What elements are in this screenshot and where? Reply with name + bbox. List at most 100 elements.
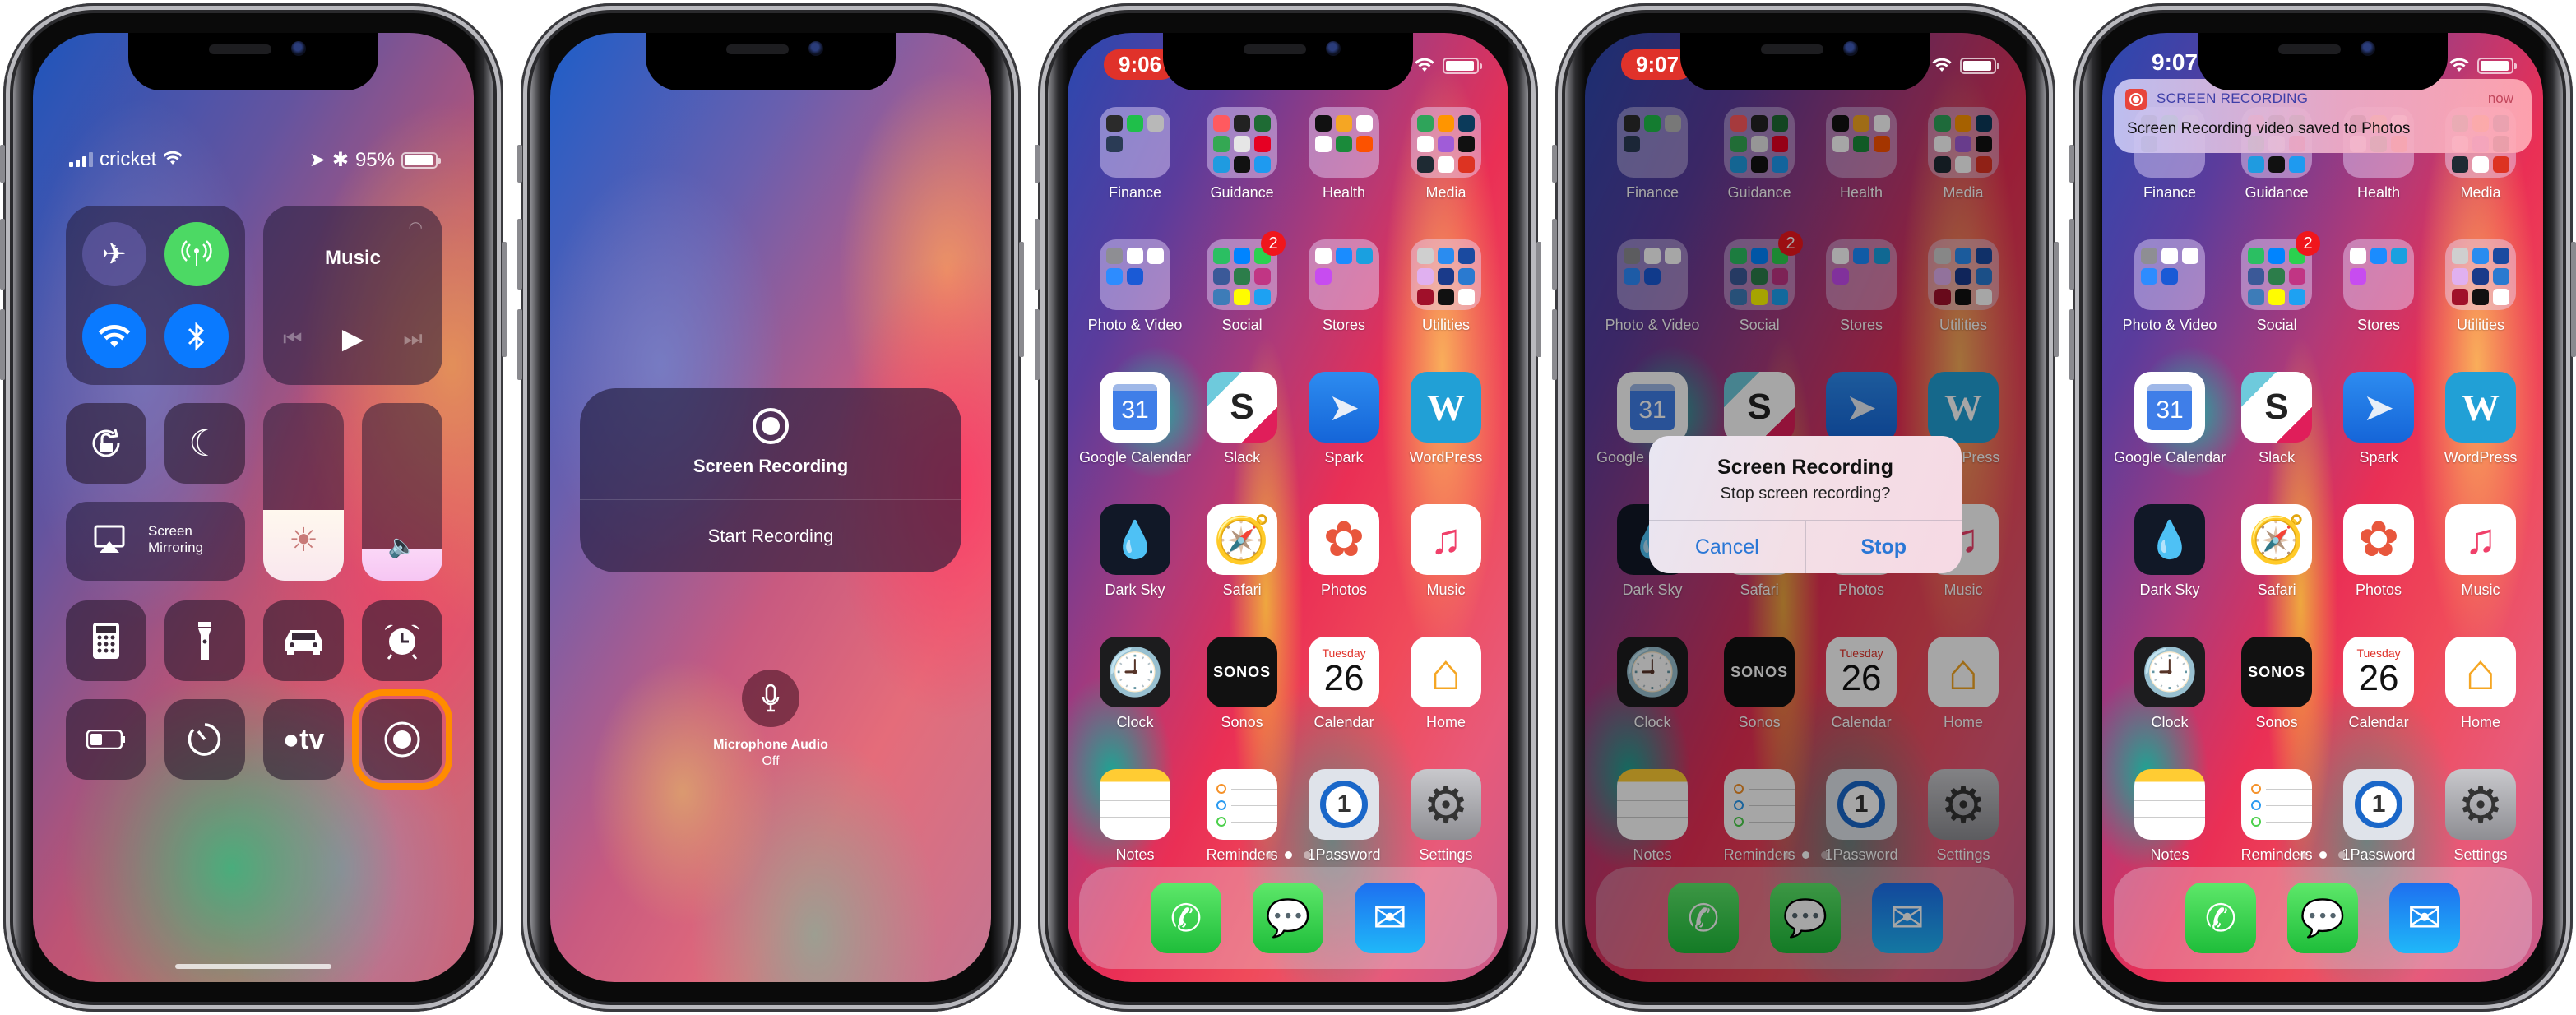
- page-dot[interactable]: [2300, 851, 2308, 859]
- calculator-button[interactable]: [66, 600, 146, 681]
- page-indicator[interactable]: [2102, 851, 2543, 859]
- app-dark-sky[interactable]: 💧 Dark Sky: [1079, 504, 1191, 599]
- app-wordpress[interactable]: W WordPress: [1395, 372, 1497, 466]
- app-safari[interactable]: 🧭 Safari: [2226, 504, 2328, 599]
- app-home[interactable]: ⌂ Home: [2430, 637, 2532, 731]
- folder-utilities[interactable]: Utilities: [2430, 239, 2532, 334]
- flashlight-icon: [198, 622, 211, 660]
- page-indicator[interactable]: [1068, 851, 1508, 859]
- app-settings[interactable]: ⚙ Settings: [1395, 769, 1497, 864]
- page-dot[interactable]: [1284, 851, 1292, 859]
- bluetooth-toggle[interactable]: [164, 304, 229, 368]
- apple-tv-remote-button[interactable]: ●tv: [263, 699, 344, 780]
- home-icon: ⌂: [2445, 637, 2517, 707]
- app-notes[interactable]: Notes: [2114, 769, 2226, 864]
- app-photos[interactable]: ✿ Photos: [2328, 504, 2430, 599]
- app-sonos[interactable]: SONOS Sonos: [2226, 637, 2328, 731]
- orientation-lock-button[interactable]: [66, 403, 146, 484]
- screen-mirroring-button[interactable]: Screen Mirroring: [66, 502, 245, 581]
- page-dot[interactable]: [1265, 851, 1273, 859]
- app-clock[interactable]: 🕘 Clock: [1079, 637, 1191, 731]
- page-dot[interactable]: [2337, 851, 2346, 859]
- do-not-disturb-button[interactable]: ☾: [164, 403, 245, 484]
- volume-slider[interactable]: 🔈: [362, 403, 442, 581]
- folder-icon: [1100, 107, 1171, 178]
- app-label: Safari: [2257, 582, 2296, 598]
- alarm-icon: [385, 624, 419, 660]
- 1password-icon: 1: [2343, 769, 2415, 840]
- app-reminders[interactable]: Reminders: [2226, 769, 2328, 864]
- low-power-mode-button[interactable]: [66, 699, 146, 780]
- page-dot[interactable]: [2319, 851, 2327, 859]
- page-dot[interactable]: [1303, 851, 1311, 859]
- app-reminders[interactable]: Reminders: [1191, 769, 1293, 864]
- app-slack[interactable]: S Slack: [1191, 372, 1293, 466]
- app-home[interactable]: ⌂ Home: [1395, 637, 1497, 731]
- brightness-slider[interactable]: ☀: [263, 403, 344, 581]
- folder-icon: [2134, 239, 2206, 310]
- app-calendar[interactable]: Tuesday 26 Calendar: [1293, 637, 1395, 731]
- folder-health[interactable]: Health: [1293, 107, 1395, 202]
- previous-track-button[interactable]: ⏮: [283, 326, 302, 352]
- app-notes[interactable]: Notes: [1079, 769, 1191, 864]
- airplane-mode-toggle[interactable]: ✈: [82, 222, 146, 286]
- folder-social[interactable]: 2 Social: [2226, 231, 2328, 334]
- app-1password[interactable]: 1 1Password: [1293, 769, 1395, 864]
- wifi-toggle[interactable]: [82, 304, 146, 368]
- play-button[interactable]: ▶: [342, 322, 364, 355]
- folder-finance[interactable]: Finance: [1079, 107, 1191, 202]
- app-music[interactable]: ♫ Music: [2430, 504, 2532, 599]
- microphone-toggle[interactable]: [742, 670, 799, 727]
- folder-stores[interactable]: Stores: [2328, 239, 2430, 334]
- dock-phone[interactable]: ✆: [2185, 883, 2256, 953]
- cellular-data-toggle[interactable]: [164, 222, 229, 286]
- dock-phone[interactable]: ✆: [1151, 883, 1221, 953]
- flashlight-button[interactable]: [164, 600, 245, 681]
- notes-icon: [1100, 769, 1171, 840]
- clock-icon: 🕘: [2134, 637, 2206, 707]
- car-icon: [285, 630, 322, 655]
- app-calendar[interactable]: Tuesday 26 Calendar: [2328, 637, 2430, 731]
- app-settings[interactable]: ⚙ Settings: [2430, 769, 2532, 864]
- app-safari[interactable]: 🧭 Safari: [1191, 504, 1293, 599]
- dock-mail[interactable]: ✉: [1355, 883, 1425, 953]
- dock-messages[interactable]: 💬: [2287, 883, 2358, 953]
- app-wordpress[interactable]: W WordPress: [2430, 372, 2532, 466]
- wordpress-icon: W: [2445, 372, 2517, 443]
- app-slack[interactable]: S Slack: [2226, 372, 2328, 466]
- folder-media[interactable]: Media: [1395, 107, 1497, 202]
- app-dark-sky[interactable]: 💧 Dark Sky: [2114, 504, 2226, 599]
- folder-photo-video[interactable]: Photo & Video: [1079, 239, 1191, 334]
- alarm-button[interactable]: [362, 600, 442, 681]
- dock-messages[interactable]: 💬: [1253, 883, 1323, 953]
- folder-guidance[interactable]: Guidance: [1191, 107, 1293, 202]
- next-track-button[interactable]: ⏭: [403, 326, 422, 352]
- record-icon: [753, 408, 789, 444]
- app-1password[interactable]: 1 1Password: [2328, 769, 2430, 864]
- folder-photo-video[interactable]: Photo & Video: [2114, 239, 2226, 334]
- app-label: Slack: [1224, 449, 1261, 466]
- folder-icon: [1411, 107, 1482, 178]
- home-indicator[interactable]: [175, 964, 331, 969]
- music-module[interactable]: ◠ Music ⏮ ▶ ⏭: [263, 206, 442, 385]
- app-music[interactable]: ♫ Music: [1395, 504, 1497, 599]
- app-google-calendar[interactable]: 31 Google Calendar: [2114, 372, 2226, 466]
- folder-stores[interactable]: Stores: [1293, 239, 1395, 334]
- airplay-audio-icon[interactable]: ◠: [409, 217, 423, 238]
- stop-button[interactable]: Stop: [1805, 521, 1962, 573]
- app-photos[interactable]: ✿ Photos: [1293, 504, 1395, 599]
- start-recording-button[interactable]: Start Recording: [580, 500, 961, 572]
- app-sonos[interactable]: SONOS Sonos: [1191, 637, 1293, 731]
- folder-utilities[interactable]: Utilities: [1395, 239, 1497, 334]
- app-spark[interactable]: ➤ Spark: [2328, 372, 2430, 466]
- folder-social[interactable]: 2 Social: [1191, 231, 1293, 334]
- dock-mail[interactable]: ✉: [2389, 883, 2460, 953]
- driving-button[interactable]: [263, 600, 344, 681]
- timer-button[interactable]: [164, 699, 245, 780]
- app-spark[interactable]: ➤ Spark: [1293, 372, 1395, 466]
- cancel-button[interactable]: Cancel: [1649, 521, 1805, 573]
- app-clock[interactable]: 🕘 Clock: [2114, 637, 2226, 731]
- app-label: Google Calendar: [2114, 449, 2226, 466]
- status-time: 9:07: [2152, 49, 2198, 75]
- app-google-calendar[interactable]: 31 Google Calendar: [1079, 372, 1191, 466]
